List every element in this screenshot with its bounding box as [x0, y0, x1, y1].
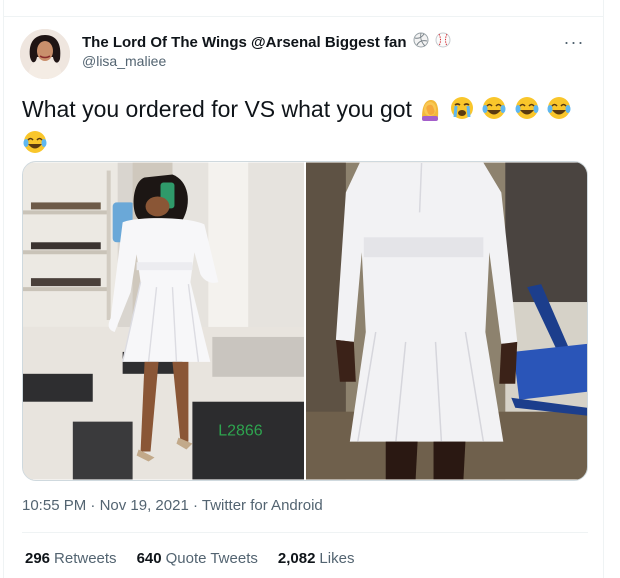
photo-ordered[interactable]: L2866	[23, 162, 304, 480]
likes-label: Likes	[319, 550, 355, 567]
tears-of-joy-emoji	[514, 95, 540, 128]
tweet-text: What you ordered for VS what you got	[22, 94, 582, 162]
tears-of-joy-emoji	[546, 95, 572, 128]
tweet-body: What you ordered for VS what you got	[22, 96, 412, 122]
stats-divider	[22, 532, 588, 533]
top-divider	[3, 16, 604, 17]
photo-watermark: L2866	[218, 423, 262, 440]
volleyball-icon	[413, 32, 429, 53]
tweet-media[interactable]: L2866	[22, 161, 588, 481]
woman-facepalming-emoji	[418, 97, 442, 128]
retweets-stat[interactable]: 296 Retweets	[25, 550, 117, 567]
display-name[interactable]: The Lord Of The Wings @Arsenal Biggest f…	[82, 34, 407, 51]
quotes-count: 640	[136, 550, 162, 567]
user-handle[interactable]: @lisa_maliee	[82, 53, 166, 69]
meta-separator: ·	[90, 497, 96, 514]
tweet-date[interactable]: Nov 19, 2021	[100, 497, 189, 514]
meta-separator: ·	[192, 497, 198, 514]
photo-got[interactable]	[306, 162, 587, 480]
tweet-source[interactable]: Twitter for Android	[202, 497, 323, 514]
tweet-time[interactable]: 10:55 PM	[22, 497, 86, 514]
avatar[interactable]	[20, 29, 70, 79]
tweet-meta: 10:55 PM · Nov 19, 2021 · Twitter for An…	[22, 497, 323, 514]
retweets-label: Retweets	[54, 550, 117, 567]
likes-count: 2,082	[277, 550, 316, 567]
quotes-label: Quote Tweets	[165, 550, 258, 567]
retweets-count: 296	[25, 550, 51, 567]
quote-tweets-stat[interactable]: 640 Quote Tweets	[137, 550, 258, 567]
tears-of-joy-emoji	[22, 129, 48, 162]
likes-stat[interactable]: 2,082 Likes	[278, 550, 355, 567]
tweet-stats: 296 Retweets 640 Quote Tweets 2,082 Likes	[25, 550, 354, 567]
author-row: The Lord Of The Wings @Arsenal Biggest f…	[82, 32, 451, 53]
more-options-button[interactable]: ···	[560, 30, 588, 54]
loudly-crying-face-emoji	[449, 95, 475, 128]
baseball-icon	[435, 32, 451, 53]
tears-of-joy-emoji	[481, 95, 507, 128]
